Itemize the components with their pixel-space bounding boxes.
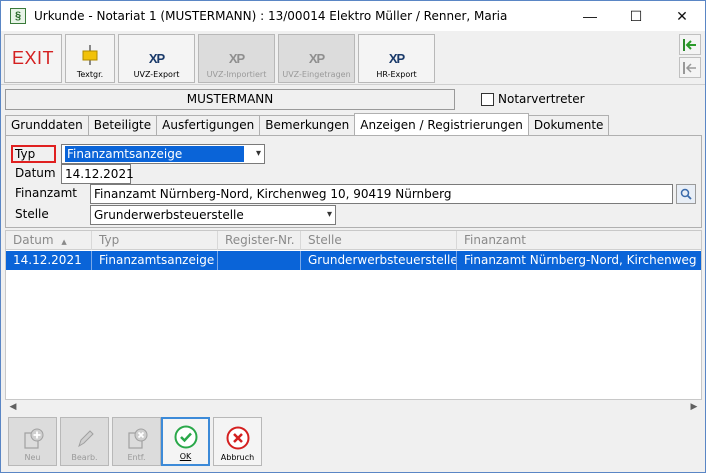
uvz-export-button[interactable]: XP UVZ-Export <box>118 34 195 83</box>
cell-typ: Finanzamtsanzeige <box>92 251 218 270</box>
ok-button[interactable]: OK <box>161 417 210 466</box>
maximize-icon: ☐ <box>629 7 643 24</box>
scroll-left-icon[interactable]: ◀ <box>5 400 21 413</box>
abbruch-button[interactable]: Abbruch <box>213 417 262 466</box>
window-controls: — ☐ ✕ <box>567 1 705 31</box>
notarvertreter-checkbox[interactable] <box>481 92 494 106</box>
notarvertreter-checkbox-group[interactable]: Notarvertreter <box>481 92 585 106</box>
exit-button[interactable]: EXIT <box>4 34 62 83</box>
tab-dokumente[interactable]: Dokumente <box>527 115 610 135</box>
registrierungen-table: Datum ▲ Typ Register-Nr. Stelle Finanzam… <box>5 230 702 400</box>
search-icon <box>680 188 692 200</box>
column-header-datum[interactable]: Datum ▲ <box>6 231 92 250</box>
xp-logo-icon: XP <box>148 51 165 66</box>
cancel-icon <box>226 426 249 450</box>
edit-pencil-icon <box>77 430 94 448</box>
finanzamt-search-button[interactable] <box>676 184 696 204</box>
bearb-label: Bearb. <box>71 453 98 462</box>
tab-bar: Grunddaten Beteiligte Ausfertigungen Bem… <box>5 113 610 135</box>
tab-grunddaten[interactable]: Grunddaten <box>5 115 89 135</box>
finanzamt-label: Finanzamt <box>15 186 77 200</box>
arrow-left-gray-icon <box>683 61 696 74</box>
chevron-down-icon: ▾ <box>255 148 261 159</box>
typ-select[interactable]: Finanzamtsanzeige ▾ <box>61 144 265 164</box>
uvz-eingetragen-label: UVZ-Eingetragen <box>282 70 351 79</box>
delete-icon <box>127 428 147 449</box>
arrow-left-green-icon <box>683 38 696 51</box>
entf-button[interactable]: Entf. <box>112 417 161 466</box>
neu-button[interactable]: Neu <box>8 417 57 466</box>
back-arrow-disabled-button[interactable] <box>679 57 701 78</box>
text-block-icon <box>82 45 98 65</box>
tab-ausfertigungen[interactable]: Ausfertigungen <box>156 115 261 135</box>
typ-selected-value: Finanzamtsanzeige <box>64 145 245 163</box>
cell-stelle: Grunderwerbsteuerstelle <box>301 251 457 270</box>
main-window: § Urkunde - Notariat 1 (MUSTERMANN) : 13… <box>0 0 706 473</box>
window-title: Urkunde - Notariat 1 (MUSTERMANN) : 13/0… <box>34 9 508 23</box>
back-arrow-button[interactable] <box>679 34 701 55</box>
tab-anzeigen-registrierungen[interactable]: Anzeigen / Registrierungen <box>354 113 529 135</box>
maximize-button[interactable]: ☐ <box>613 1 659 31</box>
minimize-button[interactable]: — <box>567 1 613 31</box>
column-header-register-nr[interactable]: Register-Nr. <box>218 231 301 250</box>
bearb-button[interactable]: Bearb. <box>60 417 109 466</box>
ok-label: OK <box>179 452 192 461</box>
typ-label: Typ <box>11 145 56 163</box>
table-row[interactable]: 14.12.2021 Finanzamtsanzeige Grunderwerb… <box>6 251 701 270</box>
hr-export-label: HR-Export <box>376 70 417 79</box>
table-header: Datum ▲ Typ Register-Nr. Stelle Finanzam… <box>6 231 701 250</box>
hr-export-button[interactable]: XP HR-Export <box>358 34 435 83</box>
scroll-right-icon[interactable]: ▶ <box>686 400 702 413</box>
app-icon: § <box>10 8 26 24</box>
uvz-export-label: UVZ-Export <box>133 70 180 79</box>
xp-logo-icon: XP <box>228 51 245 66</box>
stelle-label: Stelle <box>15 207 49 221</box>
add-icon <box>23 428 43 449</box>
tab-bemerkungen[interactable]: Bemerkungen <box>259 115 356 135</box>
title-bar: § Urkunde - Notariat 1 (MUSTERMANN) : 13… <box>1 1 705 31</box>
navigation-arrows <box>679 34 703 78</box>
notary-row: MUSTERMANN Notarvertreter <box>5 89 701 111</box>
minimize-icon: — <box>583 8 597 24</box>
chevron-down-icon: ▾ <box>326 209 332 220</box>
xp-logo-icon: XP <box>388 51 405 66</box>
stelle-selected-value: Grunderwerbsteuerstelle <box>94 208 244 222</box>
cell-datum: 14.12.2021 <box>6 251 92 270</box>
close-window-button[interactable]: ✕ <box>659 1 705 31</box>
anzeige-form: Typ Finanzamtsanzeige ▾ Datum 14.12.2021… <box>5 135 702 228</box>
uvz-eingetragen-button[interactable]: XP UVZ-Eingetragen <box>278 34 355 83</box>
sort-ascending-icon: ▲ <box>61 238 67 246</box>
close-icon: ✕ <box>676 7 688 24</box>
uvz-importiert-button[interactable]: XP UVZ-Importiert <box>198 34 275 83</box>
datum-input[interactable]: 14.12.2021 <box>61 164 134 184</box>
action-bar: Neu Bearb. Entf. OK Abbruch <box>5 414 702 470</box>
datum-label: Datum <box>15 166 56 180</box>
column-header-finanzamt[interactable]: Finanzamt <box>457 231 701 250</box>
cell-register-nr <box>218 251 301 270</box>
neu-label: Neu <box>24 453 41 462</box>
notarvertreter-label: Notarvertreter <box>498 92 585 106</box>
finanzamt-input[interactable]: Finanzamt Nürnberg-Nord, Kirchenweg 10, … <box>90 184 673 204</box>
horizontal-scrollbar[interactable]: ◀ ▶ <box>5 400 702 413</box>
textgr-button[interactable]: Textgr. <box>65 34 115 83</box>
entf-label: Entf. <box>127 453 146 462</box>
abbruch-label: Abbruch <box>220 453 255 462</box>
checkmark-icon <box>174 425 197 449</box>
exit-label: EXIT <box>11 48 54 68</box>
toolbar: EXIT Textgr. XP UVZ-Export XP UVZ-Import… <box>1 31 705 85</box>
cell-finanzamt: Finanzamt Nürnberg-Nord, Kirchenweg 10, <box>464 253 701 267</box>
column-header-stelle[interactable]: Stelle <box>301 231 457 250</box>
notary-name-field: MUSTERMANN <box>5 89 455 110</box>
xp-logo-icon: XP <box>308 51 325 66</box>
tab-beteiligte[interactable]: Beteiligte <box>87 115 158 135</box>
uvz-importiert-label: UVZ-Importiert <box>206 70 267 79</box>
textgr-label: Textgr. <box>76 70 104 79</box>
stelle-select[interactable]: Grunderwerbsteuerstelle ▾ <box>90 205 336 225</box>
column-header-typ[interactable]: Typ <box>92 231 218 250</box>
